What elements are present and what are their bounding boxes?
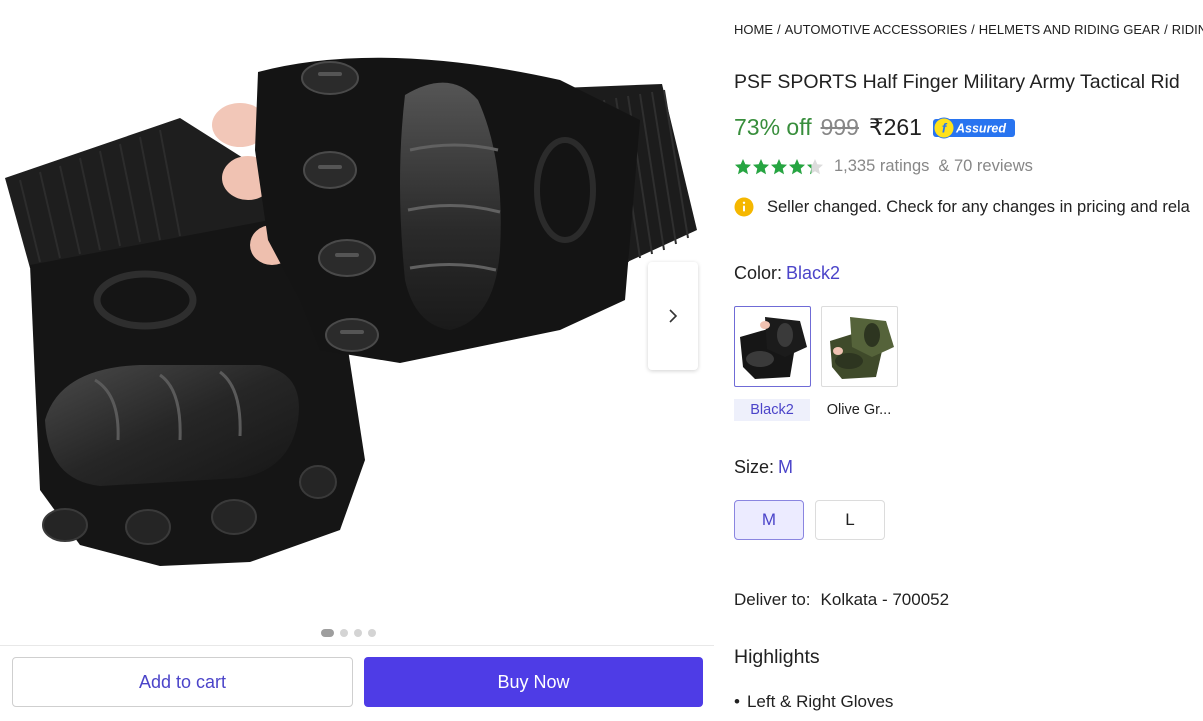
star-rating — [734, 158, 824, 176]
delivery-row[interactable]: Deliver to: Kolkata - 700052 — [734, 590, 949, 610]
color-option-label[interactable]: Black2 — [734, 399, 810, 421]
star-icon — [735, 158, 751, 174]
product-info-panel: HOME / AUTOMOTIVE ACCESSORIES / HELMETS AND … — [734, 0, 1203, 721]
price-row: 73% off 999 ₹261 f Assured — [734, 114, 1016, 141]
highlight-item: • Left & Right Gloves — [734, 692, 893, 712]
product-title: PSF SPORTS Half Finger Military Army Tac… — [734, 71, 1180, 93]
breadcrumb-helmets-riding-gear[interactable]: HELMETS AND RIDING GEAR — [979, 22, 1160, 37]
olive-gloves-thumbnail — [830, 317, 894, 379]
rating-row[interactable]: 1,335 ratings & 70 reviews — [734, 157, 1033, 176]
breadcrumb-separator: / — [971, 22, 975, 37]
star-icon — [771, 158, 787, 174]
reviews-count: & 70 reviews — [938, 157, 1033, 175]
discount-percent: 73% off — [734, 114, 812, 140]
color-label: Color: Black2 — [734, 263, 840, 284]
seller-changed-notice: Seller changed. Check for any changes in… — [734, 197, 1190, 217]
next-image-button[interactable] — [648, 262, 698, 370]
image-pagination-dots — [321, 629, 376, 637]
pagination-dot[interactable] — [321, 629, 334, 637]
color-swatch-black2[interactable] — [734, 306, 811, 387]
size-option-l[interactable]: L — [815, 500, 885, 540]
divider — [0, 645, 714, 646]
assured-label: Assured — [955, 121, 1006, 135]
breadcrumb-automotive-accessories[interactable]: AUTOMOTIVE ACCESSORIES — [785, 22, 968, 37]
info-icon — [734, 197, 754, 217]
black-gloves-thumbnail — [740, 317, 807, 379]
star-icon — [807, 158, 823, 174]
color-swatch-olive-green[interactable] — [821, 306, 898, 387]
color-label-text: Color: — [734, 263, 783, 283]
add-to-cart-button[interactable]: Add to cart — [12, 657, 353, 707]
original-price: 999 — [820, 114, 859, 140]
buy-now-button[interactable]: Buy Now — [364, 657, 703, 707]
star-icon — [753, 158, 769, 174]
assured-badge[interactable]: f Assured — [932, 117, 1016, 139]
assured-icon: f Assured — [932, 117, 1015, 138]
ratings-count: 1,335 ratings — [834, 157, 930, 175]
pagination-dot[interactable] — [368, 629, 376, 637]
delivery-location: Kolkata - 700052 — [820, 590, 950, 609]
highlights-heading: Highlights — [734, 646, 820, 668]
notice-text: Seller changed. Check for any changes in… — [767, 197, 1190, 216]
product-gallery — [0, 0, 714, 645]
pagination-dot[interactable] — [340, 629, 348, 637]
pagination-dot[interactable] — [354, 629, 362, 637]
delivery-label: Deliver to: — [734, 590, 811, 609]
selling-price: ₹261 — [868, 114, 922, 140]
breadcrumb-home[interactable]: HOME — [734, 22, 773, 37]
star-icon — [789, 158, 805, 174]
bullet: • — [734, 692, 740, 711]
breadcrumb-separator: / — [777, 22, 781, 37]
breadcrumb-separator: / — [1164, 22, 1168, 37]
selected-size: M — [778, 457, 794, 477]
highlight-text: Left & Right Gloves — [746, 692, 894, 711]
size-label: Size: M — [734, 457, 793, 478]
chevron-right-icon — [669, 309, 678, 323]
breadcrumb: HOME / AUTOMOTIVE ACCESSORIES / HELMETS AND … — [734, 22, 1203, 37]
size-option-m[interactable]: M — [734, 500, 804, 540]
selected-color: Black2 — [786, 263, 841, 283]
size-label-text: Size: — [734, 457, 775, 477]
color-option-label[interactable]: Olive Gr... — [821, 399, 897, 421]
product-image[interactable] — [0, 40, 714, 600]
breadcrumb-riding-gear[interactable]: RIDING G — [1172, 22, 1203, 37]
